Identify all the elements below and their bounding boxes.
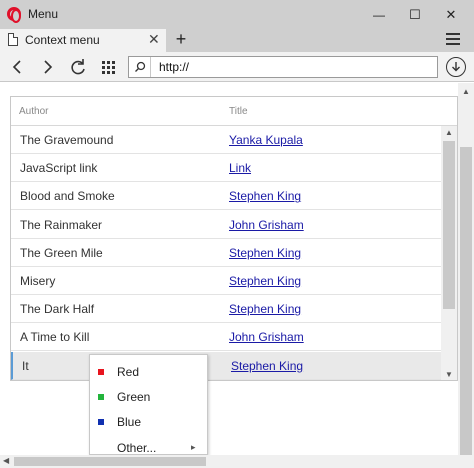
tab-label: Context menu [25,33,100,47]
column-header-title[interactable]: Title [229,106,248,117]
menu-item-green[interactable]: Green [90,384,207,409]
navigation-bar: http:// [0,52,474,82]
speed-dial-button[interactable] [98,56,120,78]
menu-item-label: Other... [117,441,157,455]
table-row[interactable]: A Time to Kill John Grisham [11,323,441,352]
author-cell: Misery [20,274,56,288]
table-row[interactable]: Blood and Smoke Stephen King [11,182,441,211]
title-link[interactable]: John Grisham [229,330,304,344]
reload-icon [71,59,85,75]
table-row[interactable]: The Gravemound Yanka Kupala [11,126,441,154]
download-icon [452,62,460,72]
address-bar[interactable]: http:// [128,56,438,78]
page-content: Author Title The Gravemound Yanka Kupala J… [0,83,474,455]
tab-close-icon[interactable]: ✕ [148,31,160,48]
title-link[interactable]: Yanka Kupala [229,133,303,147]
new-tab-button[interactable]: + [173,29,189,50]
column-header-author[interactable]: Author [19,106,48,117]
scroll-left-icon[interactable]: ◀ [3,456,9,465]
author-cell: Blood and Smoke [20,189,115,204]
menu-item-other[interactable]: Other... ▸ [90,435,207,455]
menu-item-label: Red [117,365,140,379]
table-row[interactable]: The Dark Half Stephen King [11,295,441,324]
author-cell: The Dark Half [20,302,95,317]
forward-button[interactable] [37,56,59,78]
table-row[interactable]: The Rainmaker John Grisham [11,211,441,239]
url-text[interactable]: http:// [159,60,189,74]
horizontal-scrollbar[interactable]: ◀ [0,455,474,468]
title-link[interactable]: John Grisham [229,218,304,232]
scroll-down-icon[interactable]: ▼ [445,370,453,379]
search-icon [129,57,151,77]
data-grid: Author Title The Gravemound Yanka Kupala J… [10,96,458,381]
author-cell: The Gravemound [20,133,114,147]
close-icon: ✕ [445,6,457,22]
title-bar: Menu — ☐ ✕ [0,0,474,29]
title-link[interactable]: Stephen King [231,359,303,373]
red-swatch-icon [98,369,104,375]
download-button[interactable] [446,57,466,77]
author-cell: JavaScript link [20,161,98,176]
page-scroll-up-icon[interactable]: ▲ [462,87,470,96]
back-arrow-icon [12,60,21,74]
tab-strip: Context menu ✕ + [0,29,474,52]
tab-context-menu[interactable]: Context menu ✕ [0,29,166,52]
menu-item-blue[interactable]: Blue [90,409,207,434]
author-cell: It [22,358,29,373]
author-cell: The Green Mile [20,245,103,260]
reload-button[interactable] [67,56,89,78]
horizontal-scroll-thumb[interactable] [14,457,206,466]
author-cell: A Time to Kill [20,330,90,345]
menu-item-label: Blue [117,415,142,429]
green-swatch-icon [98,394,104,400]
table-row[interactable]: Misery Stephen King [11,267,441,295]
title-link[interactable]: Stephen King [229,189,301,203]
page-scroll-thumb[interactable] [460,147,472,455]
page-icon [8,33,18,46]
table-row[interactable]: The Green Mile Stephen King [11,239,441,267]
close-window-button[interactable]: ✕ [428,0,474,29]
opera-logo-icon[interactable] [7,7,21,23]
page-scrollbar[interactable]: ▲ [458,83,474,455]
grid-header: Author Title [11,97,457,126]
submenu-arrow-icon: ▸ [191,442,196,452]
table-row[interactable]: It Stephen King [11,351,441,380]
title-link[interactable]: Stephen King [229,246,301,260]
menu-item-label: Green [117,390,151,404]
menu-icon[interactable] [446,33,460,47]
forward-arrow-icon [44,60,53,74]
menu-item-red[interactable]: Red [90,359,207,384]
scroll-up-icon[interactable]: ▲ [445,128,453,137]
back-button[interactable] [6,56,28,78]
grid-scrollbar[interactable]: ▲ ▼ [441,126,457,380]
blue-swatch-icon [98,419,104,425]
title-link[interactable]: Stephen King [229,274,301,288]
minimize-icon: — [373,7,385,22]
context-menu: Red Green Blue Other... ▸ [89,354,208,455]
title-link[interactable]: Link [229,161,251,175]
grid-icon [102,61,115,74]
grid-scroll-thumb[interactable] [443,141,455,309]
table-row[interactable]: JavaScript link Link [11,154,441,183]
maximize-icon: ☐ [409,6,421,22]
window-title: Menu [28,7,59,21]
author-cell: The Rainmaker [20,217,103,232]
title-link[interactable]: Stephen King [229,302,301,316]
